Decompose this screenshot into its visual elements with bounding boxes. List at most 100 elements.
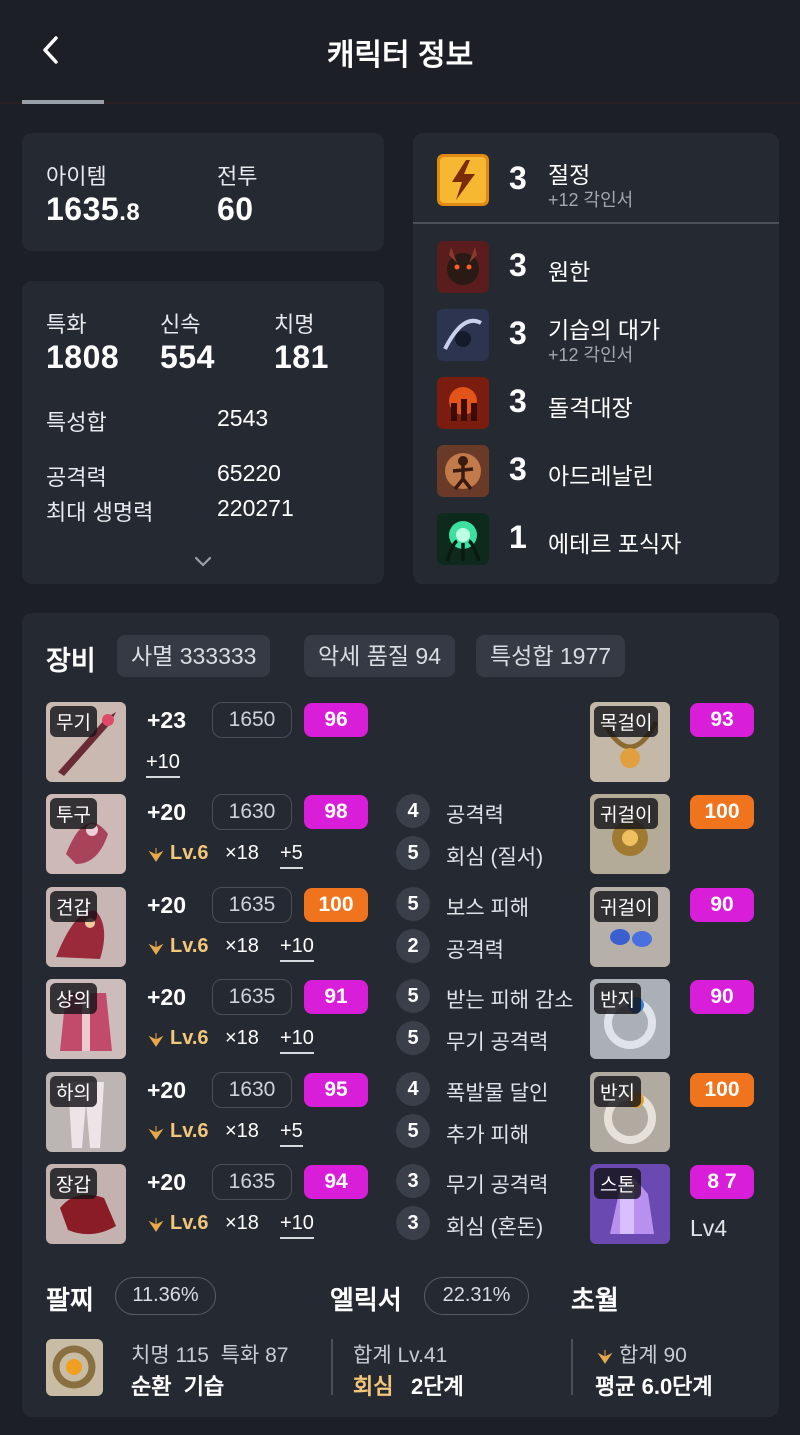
advanced-honing: +5: [280, 1120, 303, 1147]
bracelet-label: 팔찌: [46, 1285, 94, 1315]
combat-level-value: 60: [217, 191, 254, 227]
beast-icon: [437, 241, 489, 293]
transcend-average: 평균 6.0단계: [595, 1374, 713, 1399]
acc-engrave-level: 3: [396, 1206, 430, 1240]
stone-slot[interactable]: 스톤: [590, 1164, 670, 1244]
stone-value-badge: 8 7: [690, 1165, 754, 1199]
quality-badge: 90: [690, 980, 754, 1014]
slot-tag: 상의: [50, 983, 97, 1014]
stat-total-value: 2543: [217, 405, 269, 431]
engraving-name: 원한: [548, 259, 591, 285]
elixir-level: Lv.6: [146, 1212, 209, 1235]
pants-slot[interactable]: 하의: [46, 1072, 126, 1152]
acc-engrave-name: 회심 (질서): [446, 846, 544, 869]
attack-value: 65220: [217, 460, 281, 486]
item-level-box: 1630: [212, 794, 292, 830]
slot-tag: 귀걸이: [594, 798, 659, 829]
weapon-slot[interactable]: 무기: [46, 702, 126, 782]
transcend-count: ×18: [225, 935, 259, 957]
flower-icon: [148, 1125, 164, 1140]
ring-slot[interactable]: 반지: [590, 979, 670, 1059]
necklace-slot[interactable]: 목걸이: [590, 702, 670, 782]
earring-slot[interactable]: 귀걸이: [590, 887, 670, 967]
item-level-box: 1650: [212, 702, 292, 738]
bracelet-slot[interactable]: [46, 1339, 103, 1396]
elixir-option-name: 회심: [353, 1374, 394, 1399]
slot-tag: 견갑: [50, 891, 97, 922]
divider: [571, 1339, 573, 1395]
acc-engrave-name: 폭발물 달인: [446, 1082, 549, 1105]
slot-tag: 목걸이: [594, 706, 659, 737]
item-level-label: 아이템: [46, 164, 107, 189]
acc-engrave-name: 추가 피해: [446, 1124, 530, 1147]
advanced-honing: +10: [280, 1027, 314, 1054]
combat-level-label: 전투: [217, 164, 258, 189]
quality-badge: 96: [304, 703, 368, 737]
elixir-percent: 22.31%: [424, 1277, 529, 1315]
earring-slot[interactable]: 귀걸이: [590, 794, 670, 874]
advanced-honing: +10: [280, 935, 314, 962]
acc-engrave-level: 2: [396, 929, 430, 963]
flower-icon: [148, 1217, 164, 1232]
quality-badge: 95: [304, 1073, 368, 1107]
elixir-level: Lv.6: [146, 1120, 209, 1143]
stat-value-crit: 181: [274, 339, 329, 375]
quality-badge: 91: [304, 980, 368, 1014]
elixir-total: 합계 Lv.41: [353, 1344, 448, 1367]
engraving-row[interactable]: 3 절정 +12 각인서: [413, 154, 779, 216]
acc-engrave-name: 무기 공격력: [446, 1174, 549, 1197]
acc-engrave-name: 회심 (혼돈): [446, 1216, 544, 1239]
engraving-level: 3: [509, 383, 527, 419]
level-summary-card: 아이템 1635.8 전투 60: [22, 133, 384, 251]
engraving-row[interactable]: 3 원한: [413, 241, 779, 303]
helmet-slot[interactable]: 투구: [46, 794, 126, 874]
engraving-book: +12 각인서: [548, 190, 634, 210]
item-level-box: 1635: [212, 1164, 292, 1200]
acc-engrave-level: 5: [396, 887, 430, 921]
transcend-count: ×18: [225, 1120, 259, 1142]
transcend-count: ×18: [225, 1212, 259, 1234]
chip-acc-quality: 악세 품질 94: [304, 635, 456, 677]
ring-slot[interactable]: 반지: [590, 1072, 670, 1152]
shoulder-slot[interactable]: 견갑: [46, 887, 126, 967]
slot-tag: 장갑: [50, 1168, 97, 1199]
engraving-book: +12 각인서: [548, 345, 634, 365]
engraving-row[interactable]: 3 기습의 대가 +12 각인서: [413, 309, 779, 371]
acc-engrave-name: 받는 피해 감소: [446, 989, 574, 1012]
engraving-row[interactable]: 3 아드레날린: [413, 445, 779, 507]
slot-tag: 귀걸이: [594, 891, 659, 922]
stat-label-specialization: 특화: [46, 312, 87, 337]
slot-tag: 무기: [50, 706, 97, 737]
charge-icon: [437, 377, 489, 429]
stat-value-swiftness: 554: [160, 339, 215, 375]
transcend-count: ×18: [225, 842, 259, 864]
engraving-row[interactable]: 3 돌격대장: [413, 377, 779, 439]
slot-tag: 하의: [50, 1076, 97, 1107]
slot-tag: 스톤: [594, 1168, 641, 1199]
chest-slot[interactable]: 상의: [46, 979, 126, 1059]
quality-badge: 98: [304, 795, 368, 829]
engraving-row[interactable]: 1 에테르 포식자: [413, 513, 779, 575]
acc-engrave-level: 3: [396, 1164, 430, 1198]
header: 캐릭터 정보: [0, 0, 800, 104]
engraving-name: 아드레날린: [548, 463, 654, 489]
flower-icon: [148, 1032, 164, 1047]
bracelet-icon: [46, 1339, 103, 1396]
hp-value: 220271: [217, 495, 294, 521]
tab-indicator: [22, 100, 104, 104]
stone-level: Lv4: [690, 1215, 728, 1241]
engraving-name: 돌격대장: [548, 395, 633, 421]
expand-chevron-icon[interactable]: [193, 556, 213, 568]
acc-engrave-name: 공격력: [446, 804, 504, 827]
engravings-card: 3 절정 +12 각인서 3 원한 3 기습의 대가 +12 각인서 3 돌격대…: [413, 133, 779, 584]
stat-label-crit: 치명: [274, 312, 315, 337]
gloves-slot[interactable]: 장갑: [46, 1164, 126, 1244]
ambush-icon: [437, 309, 489, 361]
acc-engrave-level: 5: [396, 979, 430, 1013]
honing-level: +20: [147, 799, 187, 825]
advanced-honing: +5: [280, 842, 303, 869]
quality-badge: 94: [304, 1165, 368, 1199]
engraving-level: 3: [509, 451, 527, 487]
acc-engrave-level: 5: [396, 1021, 430, 1055]
item-level-box: 1635: [212, 979, 292, 1015]
